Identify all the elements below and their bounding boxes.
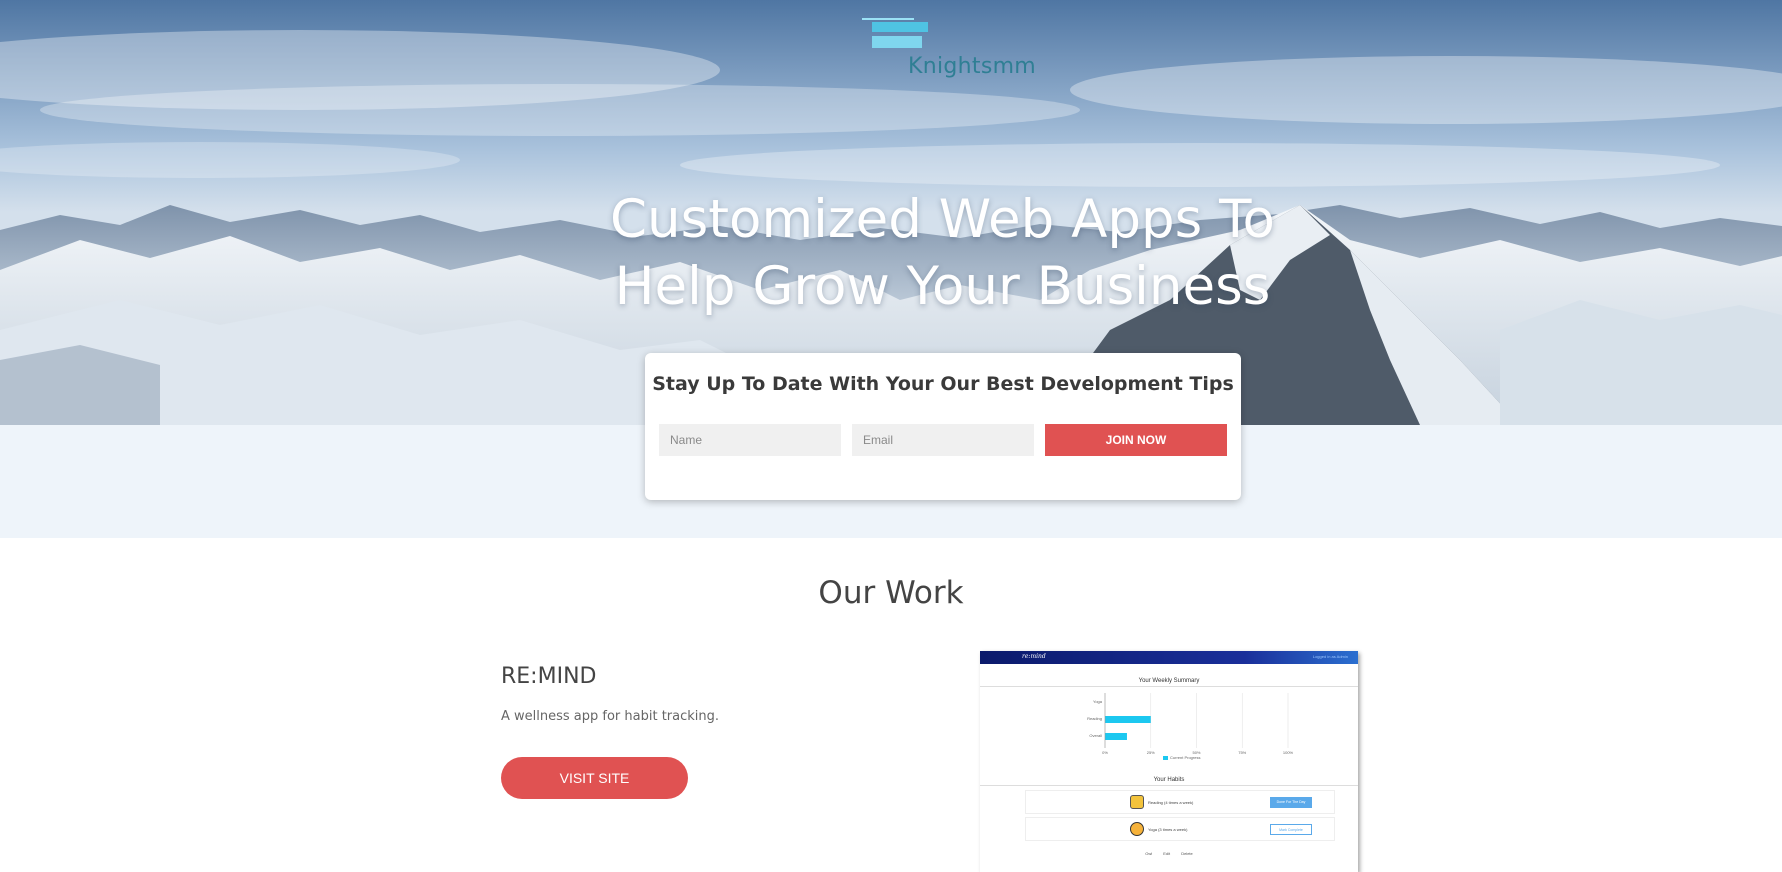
logo-mark-line xyxy=(862,18,914,20)
habit-text: Yoga (3 times a week) xyxy=(1148,827,1188,832)
screenshot-links: Owl Edit Delete xyxy=(1145,851,1193,856)
chart-bar xyxy=(1105,716,1151,723)
books-icon xyxy=(1130,795,1144,809)
habit-button: Done For The Day xyxy=(1270,797,1312,808)
visit-site-button[interactable]: VISIT SITE xyxy=(501,757,688,799)
project-screenshot[interactable]: re:mind Logged in as Admin Your Weekly S… xyxy=(980,651,1358,872)
legend-swatch xyxy=(1163,755,1168,760)
chart-tick-label: 75% xyxy=(1238,750,1246,755)
habit-row: Reading (4 times a week) Done For The Da… xyxy=(1025,790,1335,814)
project-name: RE:MIND xyxy=(501,664,597,689)
our-work-heading: Our Work xyxy=(818,575,964,611)
chart-category-label: Reading xyxy=(1087,716,1102,721)
legend-label: Current Progress xyxy=(1170,755,1201,760)
screenshot-summary-title: Your Weekly Summary xyxy=(1138,678,1200,684)
weekly-summary-chart: 0% 25% 50% 75% 100%YogaReadingOverall xyxy=(1087,693,1294,755)
hero-headline-line2: Help Grow Your Business xyxy=(614,256,1271,317)
chart-category-label: Overall xyxy=(1089,733,1102,738)
chart-legend: Current Progress xyxy=(1163,755,1200,760)
name-input[interactable] xyxy=(659,424,841,456)
hero-headline: Customized Web Apps To Help Grow Your Bu… xyxy=(560,186,1325,320)
chart-tick-label: 25% xyxy=(1147,750,1155,755)
hero-headline-line1: Customized Web Apps To xyxy=(610,189,1275,250)
yoga-icon xyxy=(1130,822,1144,836)
chart-tick-label: 100% xyxy=(1283,750,1294,755)
chart-bar xyxy=(1105,733,1127,740)
project-description: A wellness app for habit tracking. xyxy=(501,709,720,724)
screenshot-navbar: re:mind Logged in as Admin xyxy=(980,651,1358,664)
email-input[interactable] xyxy=(852,424,1034,456)
chart-category-label: Yoga xyxy=(1093,699,1103,704)
habit-text: Reading (4 times a week) xyxy=(1148,800,1194,805)
screenshot-brand: re:mind xyxy=(1022,653,1046,660)
chart-tick-label: 0% xyxy=(1102,750,1108,755)
screenshot-user: Logged in as Admin xyxy=(1312,654,1348,659)
newsletter-signup-card: Stay Up To Date With Your Our Best Devel… xyxy=(645,353,1241,500)
join-now-button[interactable]: JOIN NOW xyxy=(1045,424,1227,456)
logo[interactable]: Knightsmm xyxy=(862,18,1036,83)
divider xyxy=(980,785,1358,786)
logo-text: Knightsmm xyxy=(908,54,1037,79)
habit-row: Yoga (3 times a week) Mark Complete xyxy=(1025,817,1335,841)
habit-button: Mark Complete xyxy=(1270,824,1312,835)
logo-mark-top xyxy=(872,22,928,32)
signup-title: Stay Up To Date With Your Our Best Devel… xyxy=(652,373,1234,395)
screenshot-habits-title: Your Habits xyxy=(1153,777,1185,783)
logo-mark-bottom xyxy=(872,36,922,48)
